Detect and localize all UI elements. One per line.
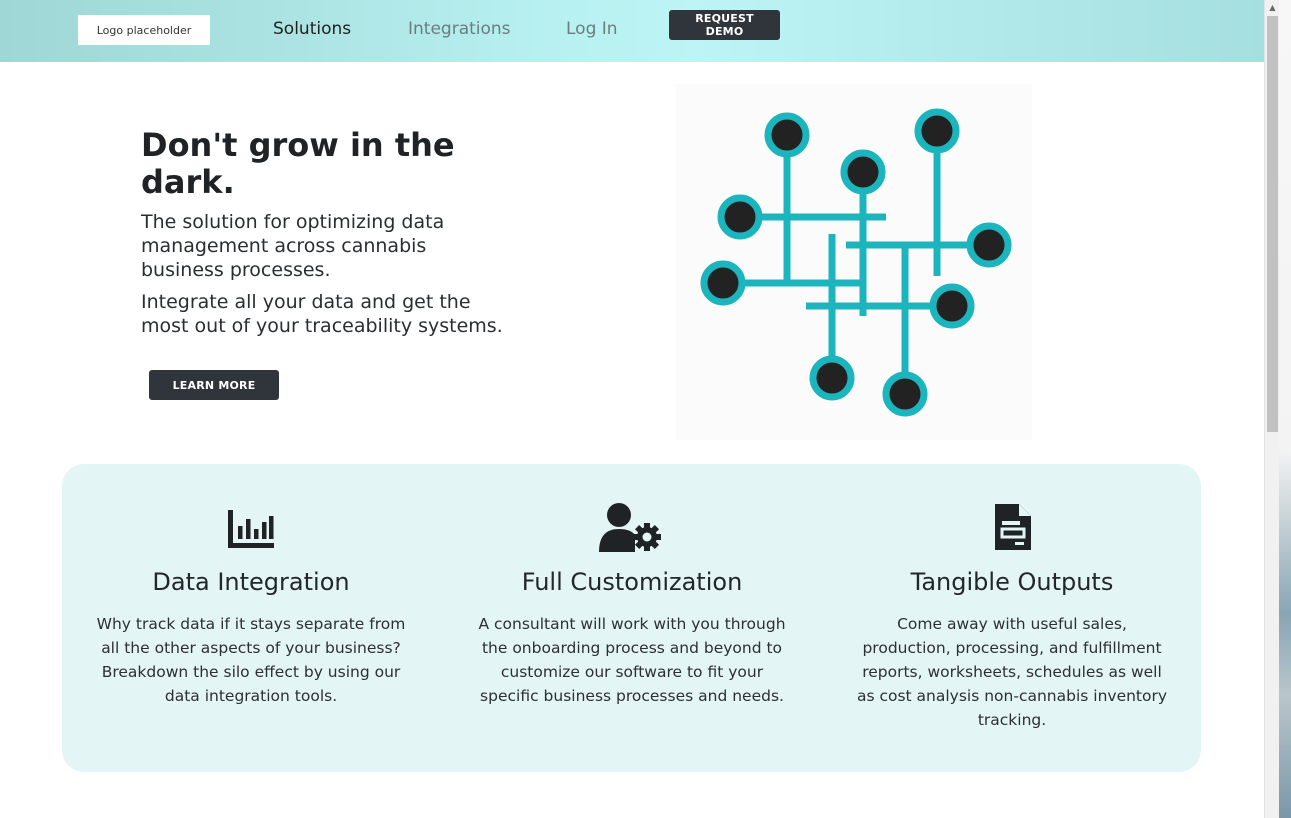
document-icon — [995, 504, 1031, 550]
feature-description: Come away with useful sales, production,… — [856, 615, 1168, 729]
request-demo-button[interactable]: REQUEST DEMO — [669, 10, 780, 40]
nav-integrations-link[interactable]: Integrations — [408, 19, 511, 39]
features-card: Data Integration Why track data if it st… — [62, 464, 1201, 772]
feature-title: Data Integration — [152, 568, 350, 596]
user-gear-icon — [599, 503, 661, 552]
vertical-scrollbar[interactable]: ▲ — [1264, 0, 1280, 818]
learn-more-button[interactable]: LEARN MORE — [149, 370, 279, 400]
network-nodes-svg — [700, 108, 1012, 417]
feature-title: Full Customization — [521, 568, 743, 596]
nav-solutions-link[interactable]: Solutions — [273, 19, 351, 39]
page: Logo placeholder Solutions Integrations … — [0, 0, 1264, 818]
feature-title: Tangible Outputs — [910, 568, 1114, 596]
top-nav-bar: Logo placeholder Solutions Integrations … — [0, 0, 1264, 62]
bar-chart-icon — [228, 510, 274, 548]
nav-login-link[interactable]: Log In — [566, 19, 618, 39]
scroll-up-arrow-icon[interactable]: ▲ — [1265, 0, 1280, 15]
logo-text: Logo placeholder — [96, 23, 192, 37]
hero-subtitle-2: Integrate all your data and get the most… — [141, 291, 503, 337]
feature-description: A consultant will work with you through … — [478, 615, 786, 705]
hero-subtitle-1: The solution for optimizing data managem… — [141, 211, 445, 281]
feature-description: Why track data if it stays separate from… — [96, 615, 406, 705]
scrollbar-thumb[interactable] — [1267, 16, 1278, 432]
background-window-edge — [1279, 0, 1291, 818]
network-nodes-illustration — [676, 84, 1032, 440]
hero-title: Don't grow in the dark. — [141, 126, 455, 201]
logo[interactable]: Logo placeholder — [78, 15, 210, 45]
